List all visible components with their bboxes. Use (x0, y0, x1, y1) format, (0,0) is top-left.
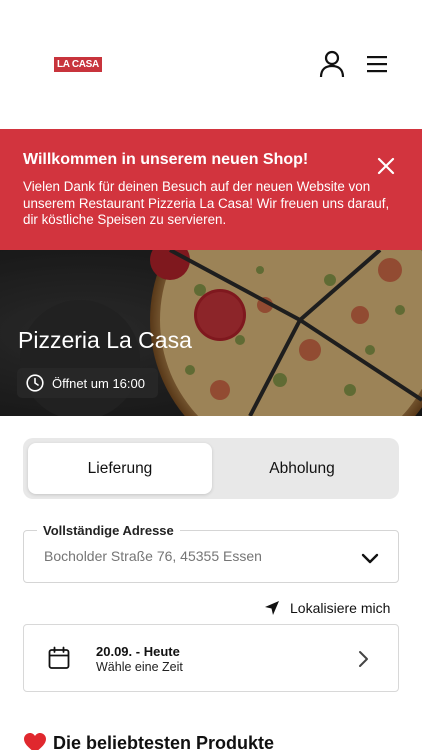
order-type-toggle: Lieferung Abholung (23, 438, 399, 499)
delivery-option[interactable]: Lieferung (28, 443, 212, 494)
welcome-banner: Willkommen in unserem neuen Shop! Vielen… (0, 129, 422, 250)
heart-icon (24, 733, 46, 750)
banner-close-button[interactable] (374, 154, 398, 178)
chevron-right-icon (359, 651, 368, 667)
address-label: Vollständige Adresse (37, 523, 180, 538)
opening-time-badge: Öffnet um 16:00 (17, 368, 158, 398)
choose-time-label: Wähle eine Zeit (96, 660, 183, 674)
time-selector[interactable]: 20.09. - Heute Wähle eine Zeit (23, 624, 399, 692)
logo[interactable]: LA CASA (54, 57, 102, 72)
calendar-icon (48, 646, 70, 669)
close-icon (377, 157, 395, 175)
locate-me-label: Lokalisiere mich (290, 600, 391, 616)
location-arrow-icon (265, 601, 279, 615)
banner-title: Willkommen in unserem neuen Shop! (23, 151, 309, 168)
address-input[interactable] (44, 548, 344, 564)
header: LA CASA (0, 0, 422, 129)
pickup-option[interactable]: Abholung (210, 443, 394, 494)
selected-date: 20.09. - Heute (96, 644, 180, 659)
opening-time-text: Öffnet um 16:00 (52, 375, 145, 391)
menu-button[interactable] (363, 50, 391, 78)
hamburger-menu-icon (367, 56, 387, 73)
restaurant-name: Pizzeria La Casa (18, 327, 192, 353)
locate-me-button[interactable]: Lokalisiere mich (264, 598, 390, 618)
account-button[interactable] (318, 50, 346, 78)
hero-image: Pizzeria La Casa Öffnet um 16:00 (0, 250, 422, 416)
clock-icon (26, 374, 44, 392)
logo-text: LA CASA (54, 57, 102, 72)
user-icon (319, 50, 345, 78)
chevron-down-icon[interactable] (360, 549, 380, 569)
banner-text: Vielen Dank für deinen Besuch auf der ne… (23, 179, 390, 228)
popular-products-heading: Die beliebtesten Produkte (23, 730, 274, 750)
popular-products-title: Die beliebtesten Produkte (53, 732, 275, 750)
